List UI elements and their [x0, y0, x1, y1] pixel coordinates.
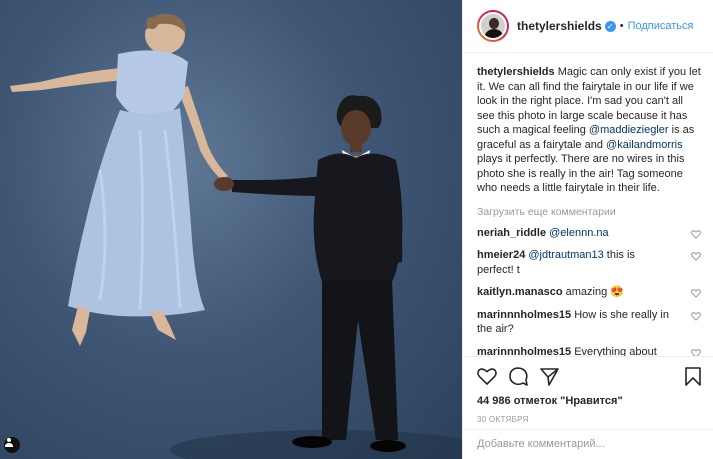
- comments-section: thetylershields Magic can only exist if …: [463, 53, 713, 356]
- likes-count[interactable]: 44 986 отметок "Нравится": [477, 395, 701, 407]
- comment-body: amazing 😍: [565, 286, 624, 298]
- comment-item: kaitlyn.manasco amazing 😍: [477, 285, 701, 300]
- comment-heart-icon[interactable]: [691, 348, 701, 357]
- verified-badge-icon: ✓: [604, 20, 616, 32]
- avatar[interactable]: [477, 10, 509, 42]
- comment-icon[interactable]: [509, 366, 528, 386]
- heart-icon[interactable]: [477, 367, 497, 385]
- post-sidebar: thetylershields ✓ • Подписаться thetyler…: [462, 0, 713, 459]
- comment-mention[interactable]: @elennn.na: [549, 227, 609, 239]
- comment-username[interactable]: hmeier24: [477, 249, 525, 261]
- separator-dot: •: [619, 20, 624, 32]
- comment-username[interactable]: marinnnholmes15: [477, 309, 571, 321]
- header-username[interactable]: thetylershields: [517, 19, 602, 33]
- comment-mention[interactable]: @jdtrautman13: [528, 249, 603, 261]
- instagram-post: thetylershields ✓ • Подписаться thetyler…: [0, 0, 713, 459]
- comment-item: neriah_riddle @elennn.na: [477, 226, 701, 241]
- load-more-comments[interactable]: Загрузить еще комментарии: [477, 206, 701, 218]
- photo-illustration: [10, 13, 462, 459]
- post-photo[interactable]: [0, 0, 462, 459]
- bookmark-icon[interactable]: [685, 366, 701, 386]
- share-icon[interactable]: [540, 367, 559, 386]
- comment-item: marinnnholmes15 Everything about: [477, 345, 701, 357]
- caption-text-3: plays it perfectly. There are no wires i…: [477, 153, 685, 194]
- caption-mention-2[interactable]: @kailandmorris: [606, 139, 683, 151]
- comment-item: hmeier24 @jdtrautman13 this is perfect! …: [477, 248, 701, 277]
- user-tag-icon[interactable]: [4, 437, 20, 453]
- add-comment-input[interactable]: Добавьте комментарий...: [463, 429, 713, 459]
- post-header: thetylershields ✓ • Подписаться: [463, 0, 713, 53]
- caption-mention-1[interactable]: @maddieziegler: [589, 124, 669, 136]
- caption-username[interactable]: thetylershields: [477, 66, 555, 78]
- comment-heart-icon[interactable]: [691, 288, 701, 298]
- post-caption: thetylershields Magic can only exist if …: [477, 65, 701, 196]
- comment-heart-icon[interactable]: [691, 311, 701, 321]
- post-date[interactable]: 30 октября: [477, 415, 701, 424]
- comment-heart-icon[interactable]: [691, 229, 701, 239]
- comment-username[interactable]: neriah_riddle: [477, 227, 546, 239]
- comment-username[interactable]: marinnnholmes15: [477, 346, 571, 357]
- comment-username[interactable]: kaitlyn.manasco: [477, 286, 563, 298]
- comment-item: marinnnholmes15 How is she really in the…: [477, 308, 701, 337]
- comment-heart-icon[interactable]: [691, 251, 701, 261]
- comment-body: Everything about: [574, 345, 657, 357]
- follow-button[interactable]: Подписаться: [628, 20, 694, 32]
